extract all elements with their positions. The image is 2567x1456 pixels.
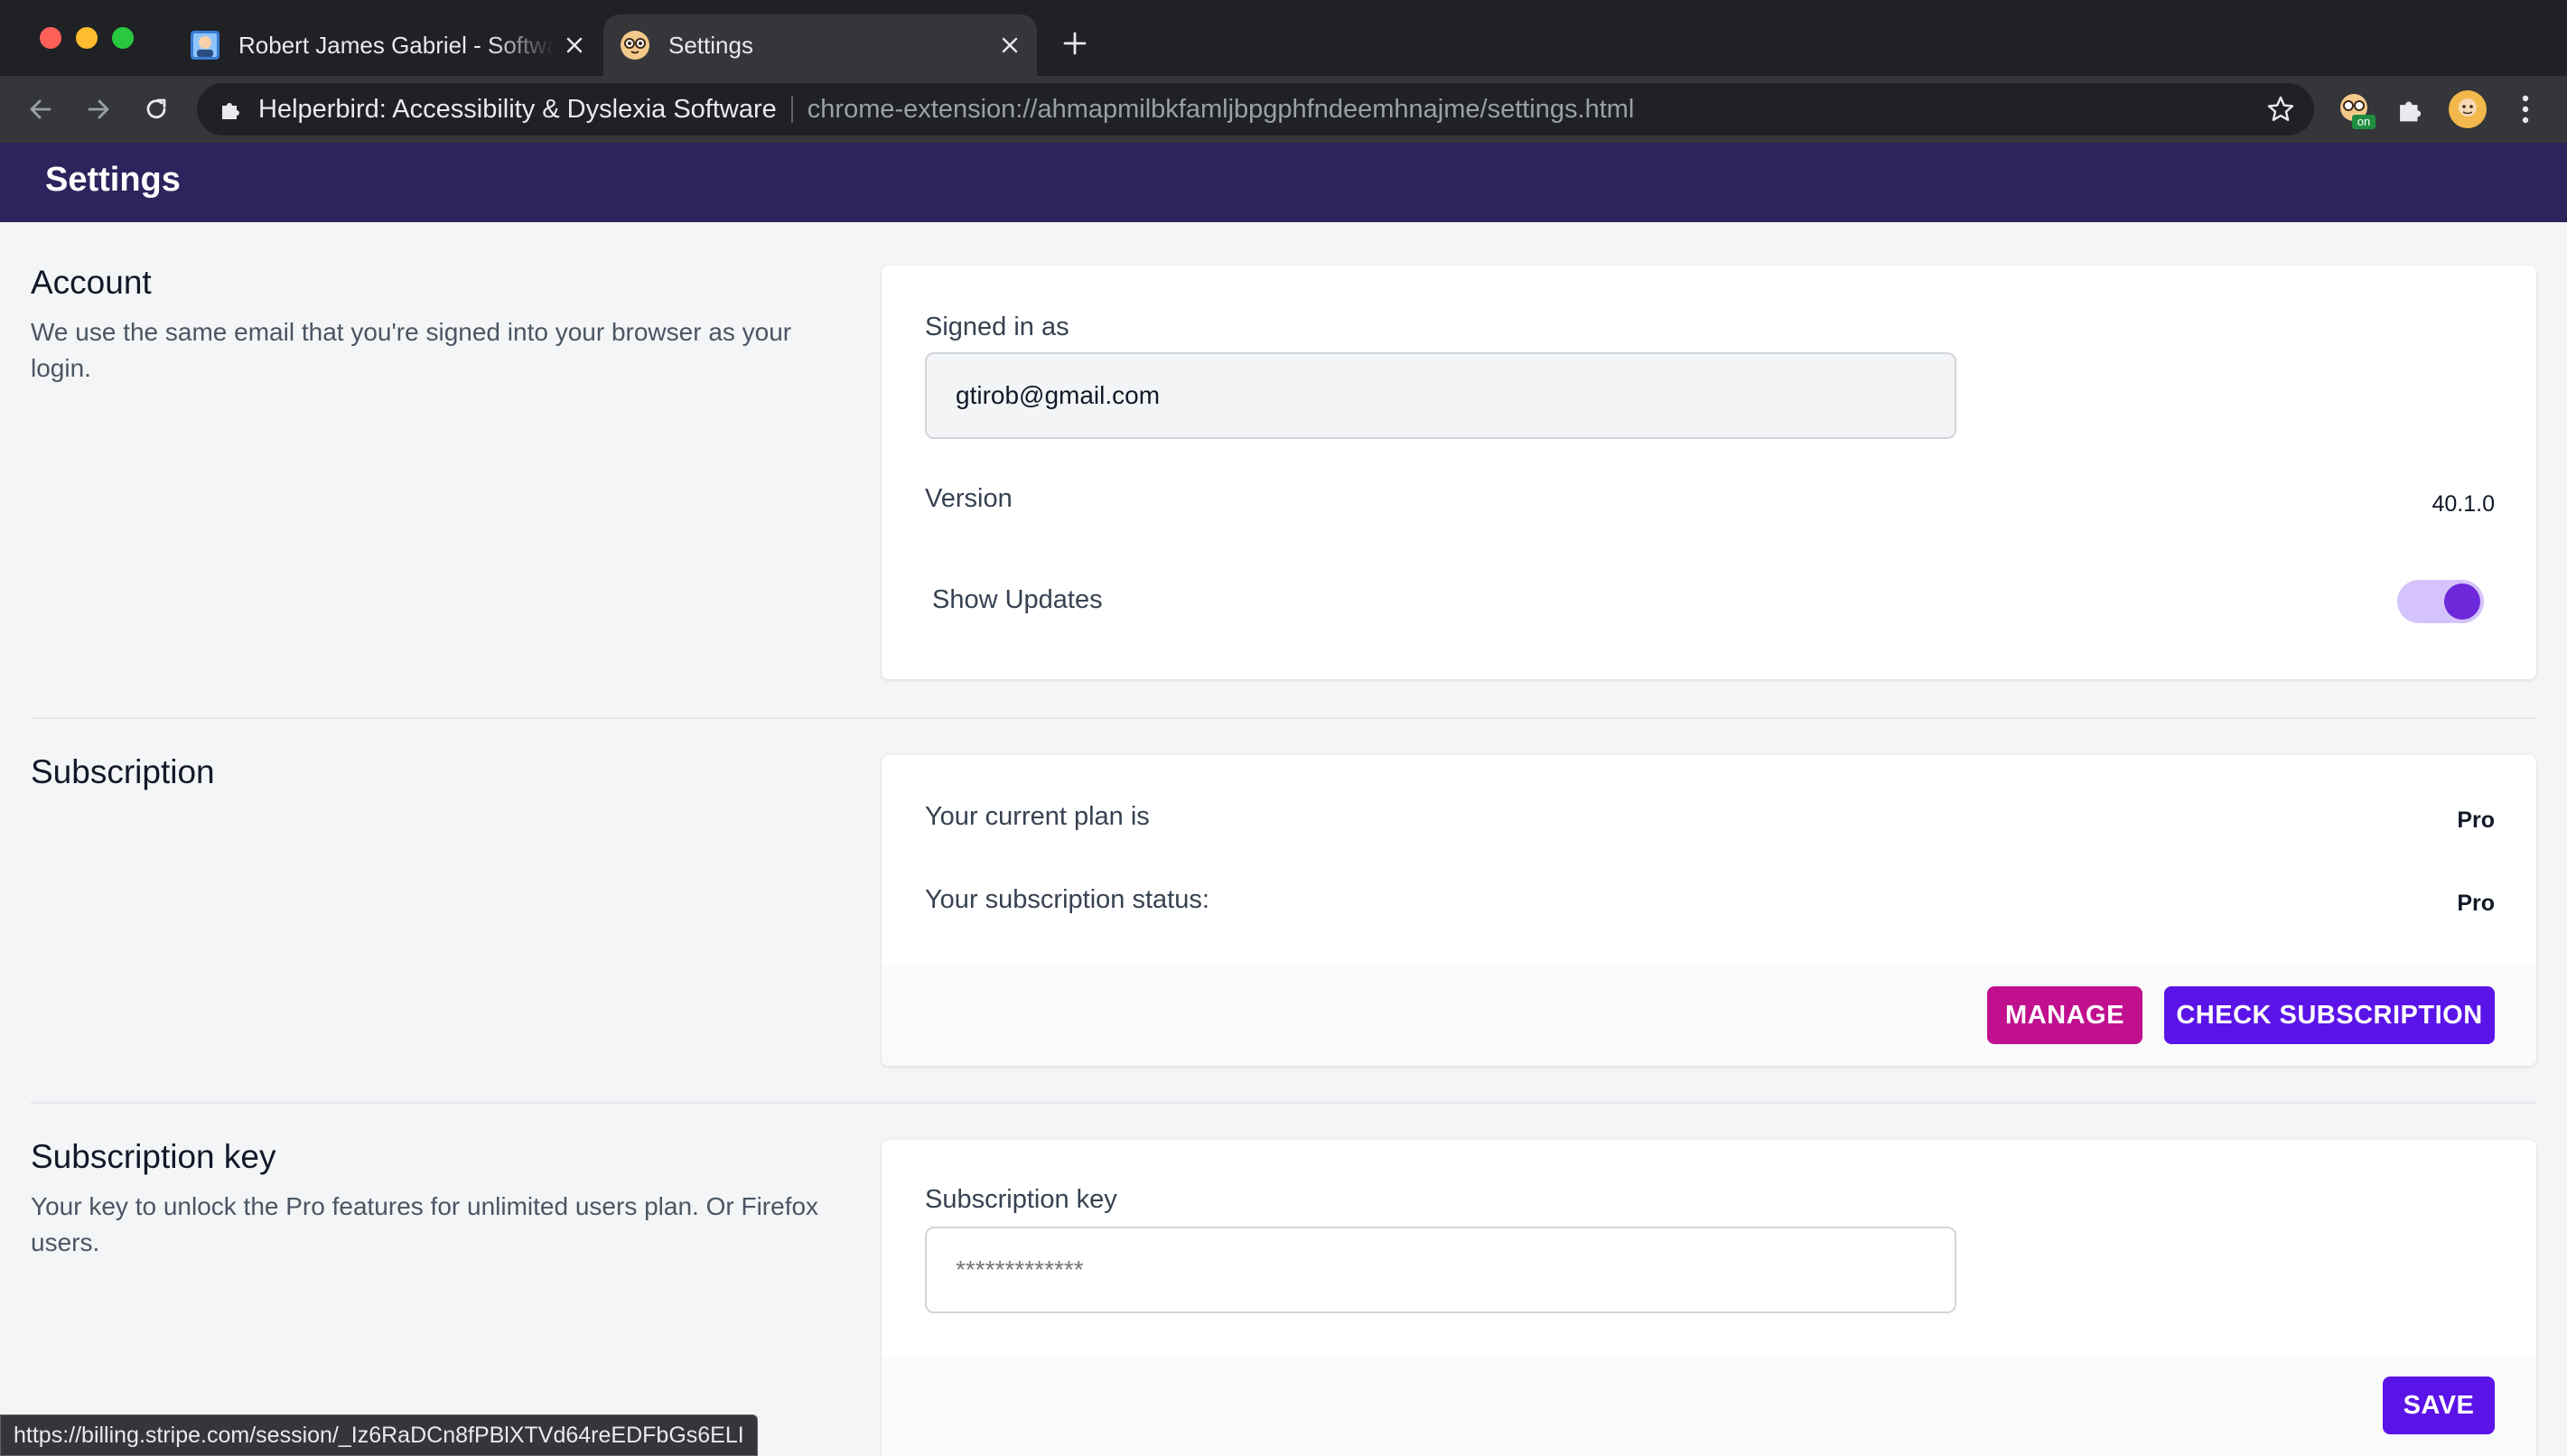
profile-avatar[interactable]	[2446, 88, 2489, 131]
subscription-key-card-footer: SAVE	[882, 1358, 2536, 1456]
back-button[interactable]	[18, 87, 63, 132]
signed-in-label: Signed in as	[925, 313, 1069, 341]
helperbird-extension-icon: on	[2340, 94, 2376, 129]
close-tab-icon[interactable]	[990, 25, 1030, 65]
subscription-section-title: Subscription	[31, 753, 215, 790]
account-section-title: Account	[31, 264, 152, 301]
bookmark-star-icon[interactable]	[2265, 94, 2296, 125]
manage-button[interactable]: MANAGE	[1987, 986, 2142, 1044]
version-label: Version	[925, 484, 1013, 513]
puzzle-piece-icon	[2400, 101, 2422, 122]
section-divider	[31, 717, 2536, 719]
version-value: 40.1.0	[2432, 491, 2495, 517]
helperbird-favicon-icon	[621, 31, 649, 60]
browser-menu-button[interactable]	[2504, 88, 2547, 131]
arrow-left-icon	[30, 99, 51, 119]
page-title: Settings	[45, 161, 181, 199]
omnibox-separator	[790, 96, 793, 123]
section-divider	[31, 1102, 2536, 1104]
subscription-key-section-description: Your key to unlock the Pro features for …	[31, 1192, 819, 1256]
browser-toolbar: Helperbird: Accessibility & Dyslexia Sof…	[0, 76, 2567, 143]
subscription-key-card: Subscription key SAVE	[882, 1140, 2536, 1456]
tab-title: Robert James Gabriel - Software Develope…	[238, 31, 555, 59]
address-bar[interactable]: Helperbird: Accessibility & Dyslexia Sof…	[197, 83, 2314, 135]
subscription-status-value: Pro	[2457, 891, 2495, 916]
account-card: Signed in as Version 40.1.0 Show Updates	[882, 266, 2536, 679]
subscription-status-label: Your subscription status:	[925, 885, 1209, 914]
tab-settings[interactable]: Settings	[603, 14, 1037, 76]
subscription-key-label: Subscription key	[925, 1185, 1117, 1214]
account-section-description: We use the same email that you're signed…	[31, 318, 792, 382]
kebab-menu-icon	[2522, 95, 2529, 124]
maximize-window-button[interactable]	[112, 27, 134, 49]
tab-strip: Robert James Gabriel - Software Develope…	[0, 0, 2567, 76]
plus-icon	[1063, 32, 1087, 55]
show-updates-label: Show Updates	[932, 585, 1103, 614]
page-url: chrome-extension://ahmapmilbkfamljbpgphf…	[807, 94, 1635, 124]
helperbird-extension-button[interactable]: on	[2334, 88, 2377, 131]
link-status-bar: https://billing.stripe.com/session/_Iz6R…	[0, 1414, 758, 1456]
subscription-key-input[interactable]	[925, 1227, 1956, 1313]
tab-title: Settings	[668, 31, 753, 59]
toggle-knob	[2444, 583, 2480, 620]
portrait-favicon-icon	[191, 31, 219, 60]
email-field[interactable]	[925, 352, 1956, 439]
subscription-card-footer: MANAGE CHECK SUBSCRIPTION	[882, 966, 2536, 1066]
check-subscription-button[interactable]: CHECK SUBSCRIPTION	[2164, 986, 2495, 1044]
subscription-key-section-title: Subscription key	[31, 1138, 276, 1175]
puzzle-piece-icon	[217, 96, 244, 123]
new-tab-button[interactable]	[1057, 25, 1093, 61]
current-plan-label: Your current plan is	[925, 802, 1150, 831]
arrow-right-icon	[88, 99, 109, 119]
avatar-icon	[2449, 90, 2487, 128]
minimize-window-button[interactable]	[76, 27, 98, 49]
subscription-card: Your current plan is Pro Your subscripti…	[882, 755, 2536, 1066]
site-name: Helperbird: Accessibility & Dyslexia Sof…	[258, 94, 777, 124]
reload-button[interactable]	[134, 87, 179, 132]
save-button[interactable]: SAVE	[2383, 1377, 2495, 1434]
extensions-menu-button[interactable]	[2388, 88, 2432, 131]
tab-robert-james-gabriel[interactable]: Robert James Gabriel - Software Develope…	[173, 14, 602, 76]
page-header: Settings	[0, 143, 2567, 222]
extension-badge: on	[2357, 115, 2370, 128]
forward-button[interactable]	[76, 87, 121, 132]
close-tab-icon[interactable]	[555, 25, 594, 65]
close-window-button[interactable]	[40, 27, 61, 49]
browser-window: Robert James Gabriel - Software Develope…	[0, 0, 2567, 1456]
show-updates-toggle[interactable]	[2397, 580, 2484, 623]
reload-icon	[146, 98, 166, 119]
current-plan-value: Pro	[2457, 807, 2495, 833]
